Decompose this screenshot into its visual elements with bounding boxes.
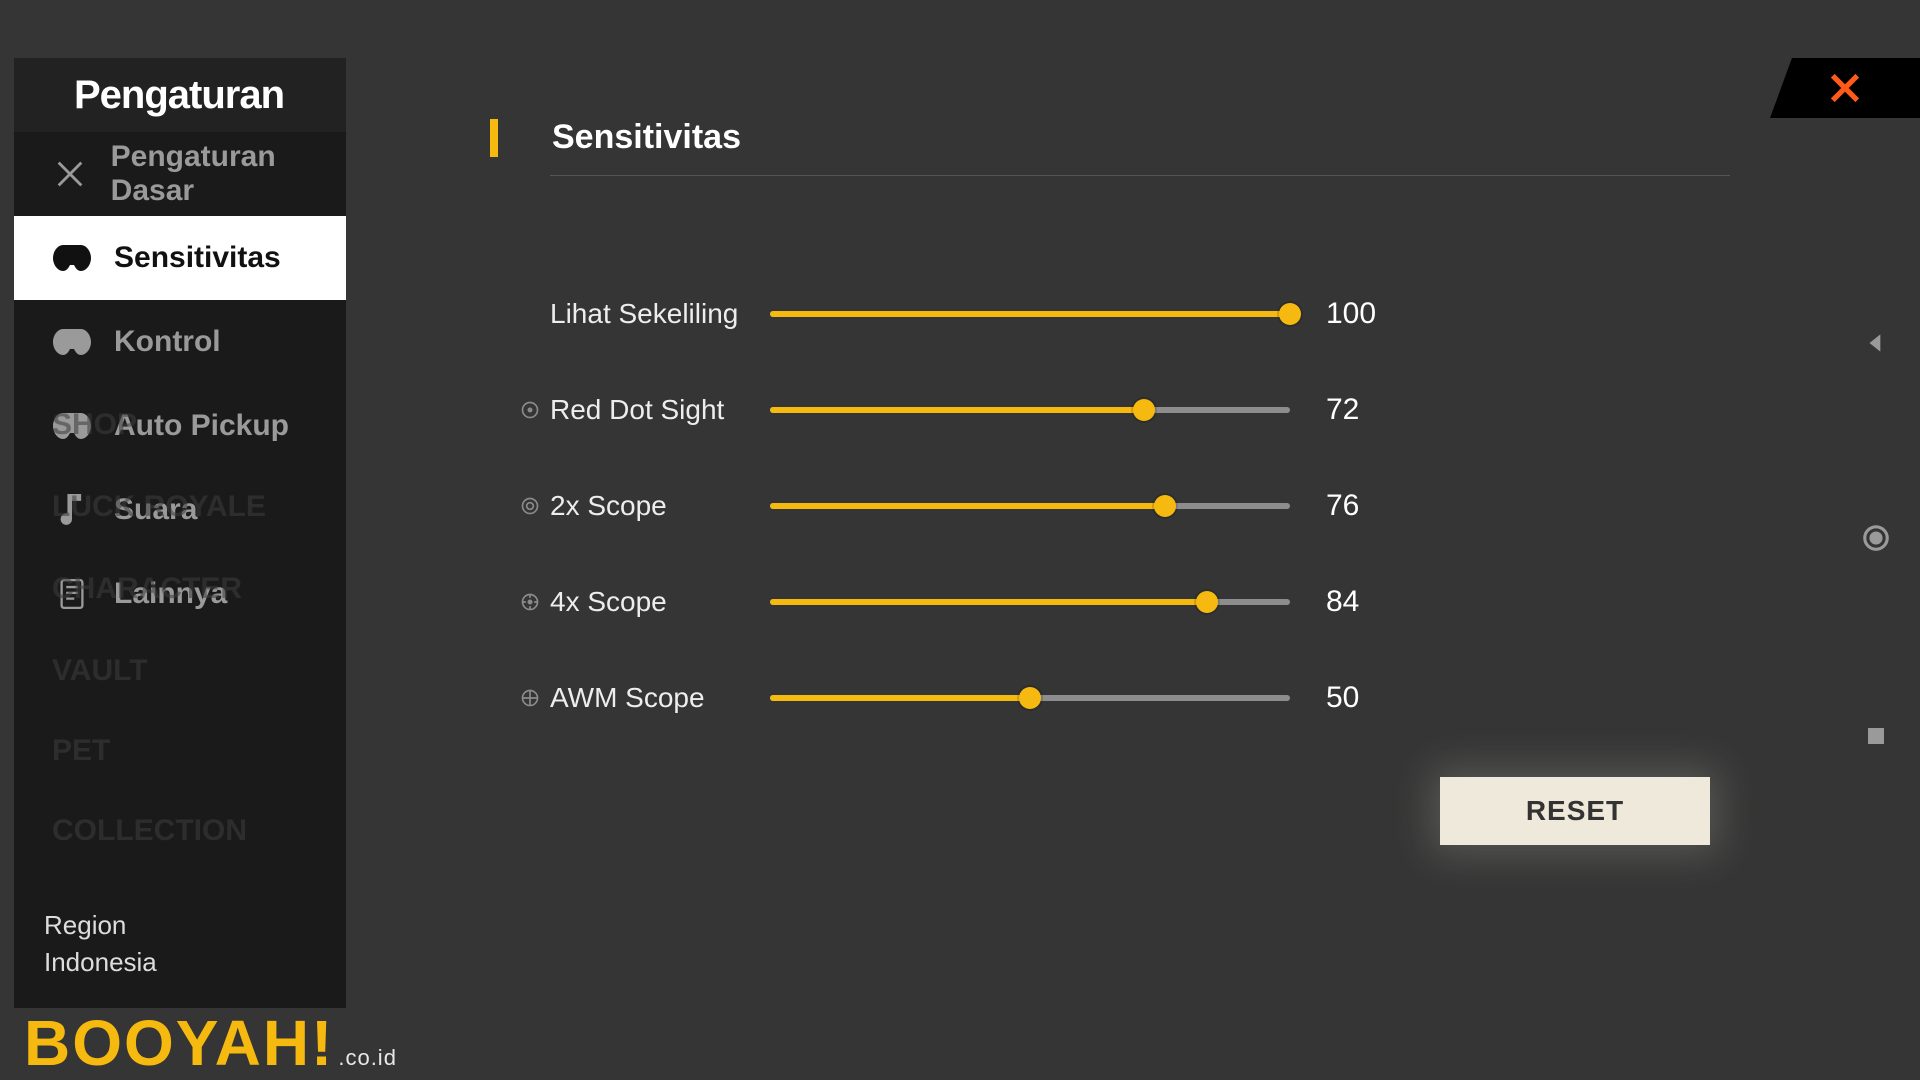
slider-label: Red Dot Sight	[550, 394, 760, 426]
slider-thumb[interactable]	[1279, 303, 1301, 325]
reset-button-label: RESET	[1526, 795, 1624, 827]
slider-value: 100	[1326, 297, 1416, 331]
gamepad-icon	[52, 329, 92, 355]
document-icon	[52, 579, 92, 609]
bg-ghost-pet: PET	[52, 734, 110, 768]
sidebar-item-sensitivity[interactable]: Sensitivitas	[14, 216, 346, 300]
sidebar-title: Pengaturan	[14, 58, 346, 132]
slider-label: Lihat Sekeliling	[550, 298, 760, 330]
sidebar-item-label: Suara	[114, 493, 197, 527]
sidebar-item-label: Lainnya	[114, 577, 227, 611]
slider-fill	[770, 311, 1290, 317]
section-underline	[550, 175, 1730, 176]
main-panel: Sensitivitas Lihat Sekeliling 100 Red Dot …	[380, 58, 1880, 1050]
music-note-icon	[52, 494, 92, 526]
watermark-main: BOOYAH!	[24, 1006, 334, 1080]
slider-track[interactable]	[770, 407, 1290, 413]
slider-row: AWM Scope 50	[510, 650, 1880, 746]
slider-thumb[interactable]	[1019, 687, 1041, 709]
bg-ghost-collection: COLLECTION	[52, 814, 247, 848]
watermark-domain: .co.id	[338, 1045, 397, 1071]
sidebar: Pengaturan Pengaturan Dasar Sensitivitas…	[14, 58, 346, 1008]
slider-label: 4x Scope	[550, 586, 760, 618]
scope-icon	[510, 688, 550, 708]
slider-fill	[770, 503, 1165, 509]
edge-stop-icon[interactable]	[1858, 718, 1894, 754]
scope-icon	[510, 592, 550, 612]
slider-row: 4x Scope 84	[510, 554, 1880, 650]
slider-track[interactable]	[770, 695, 1290, 701]
sidebar-item-basic[interactable]: Pengaturan Dasar	[14, 132, 346, 216]
slider-label: AWM Scope	[550, 682, 760, 714]
scope-icon	[510, 400, 550, 420]
region-block: Region Indonesia	[44, 910, 157, 978]
section-accent-bar	[490, 119, 498, 157]
slider-value: 50	[1326, 681, 1416, 715]
sidebar-item-sound[interactable]: Suara	[14, 468, 346, 552]
sidebar-item-label: Kontrol	[114, 325, 221, 359]
slider-label: 2x Scope	[550, 490, 760, 522]
wrench-icon	[52, 157, 89, 191]
sidebar-item-label: Pengaturan Dasar	[111, 140, 346, 208]
slider-track[interactable]	[770, 311, 1290, 317]
slider-value: 72	[1326, 393, 1416, 427]
slider-row: Red Dot Sight 72	[510, 362, 1880, 458]
slider-row: Lihat Sekeliling 100	[510, 266, 1880, 362]
slider-thumb[interactable]	[1196, 591, 1218, 613]
slider-thumb[interactable]	[1154, 495, 1176, 517]
edge-record-icon[interactable]	[1858, 520, 1894, 556]
gamepad-icon	[52, 245, 92, 271]
region-value: Indonesia	[44, 947, 157, 978]
sidebar-item-autopickup[interactable]: Auto Pickup	[14, 384, 346, 468]
scope-icon	[510, 496, 550, 516]
watermark: BOOYAH! .co.id	[24, 1006, 397, 1080]
slider-track[interactable]	[770, 599, 1290, 605]
section-title: Sensitivitas	[552, 118, 741, 157]
sidebar-item-others[interactable]: Lainnya	[14, 552, 346, 636]
sidebar-item-label: Auto Pickup	[114, 409, 289, 443]
gamepad-icon	[52, 413, 92, 439]
edge-prev-icon[interactable]	[1858, 325, 1894, 361]
bg-ghost-vault: VAULT	[52, 654, 148, 688]
slider-fill	[770, 407, 1144, 413]
sidebar-item-label: Sensitivitas	[114, 241, 281, 275]
slider-thumb[interactable]	[1133, 399, 1155, 421]
sliders-container: Lihat Sekeliling 100 Red Dot Sight 72 2x Sco…	[510, 266, 1880, 746]
reset-button[interactable]: RESET	[1440, 777, 1710, 845]
slider-value: 76	[1326, 489, 1416, 523]
region-label: Region	[44, 910, 157, 941]
slider-fill	[770, 695, 1030, 701]
sidebar-item-control[interactable]: Kontrol	[14, 300, 346, 384]
slider-row: 2x Scope 76	[510, 458, 1880, 554]
slider-track[interactable]	[770, 503, 1290, 509]
slider-fill	[770, 599, 1207, 605]
slider-value: 84	[1326, 585, 1416, 619]
